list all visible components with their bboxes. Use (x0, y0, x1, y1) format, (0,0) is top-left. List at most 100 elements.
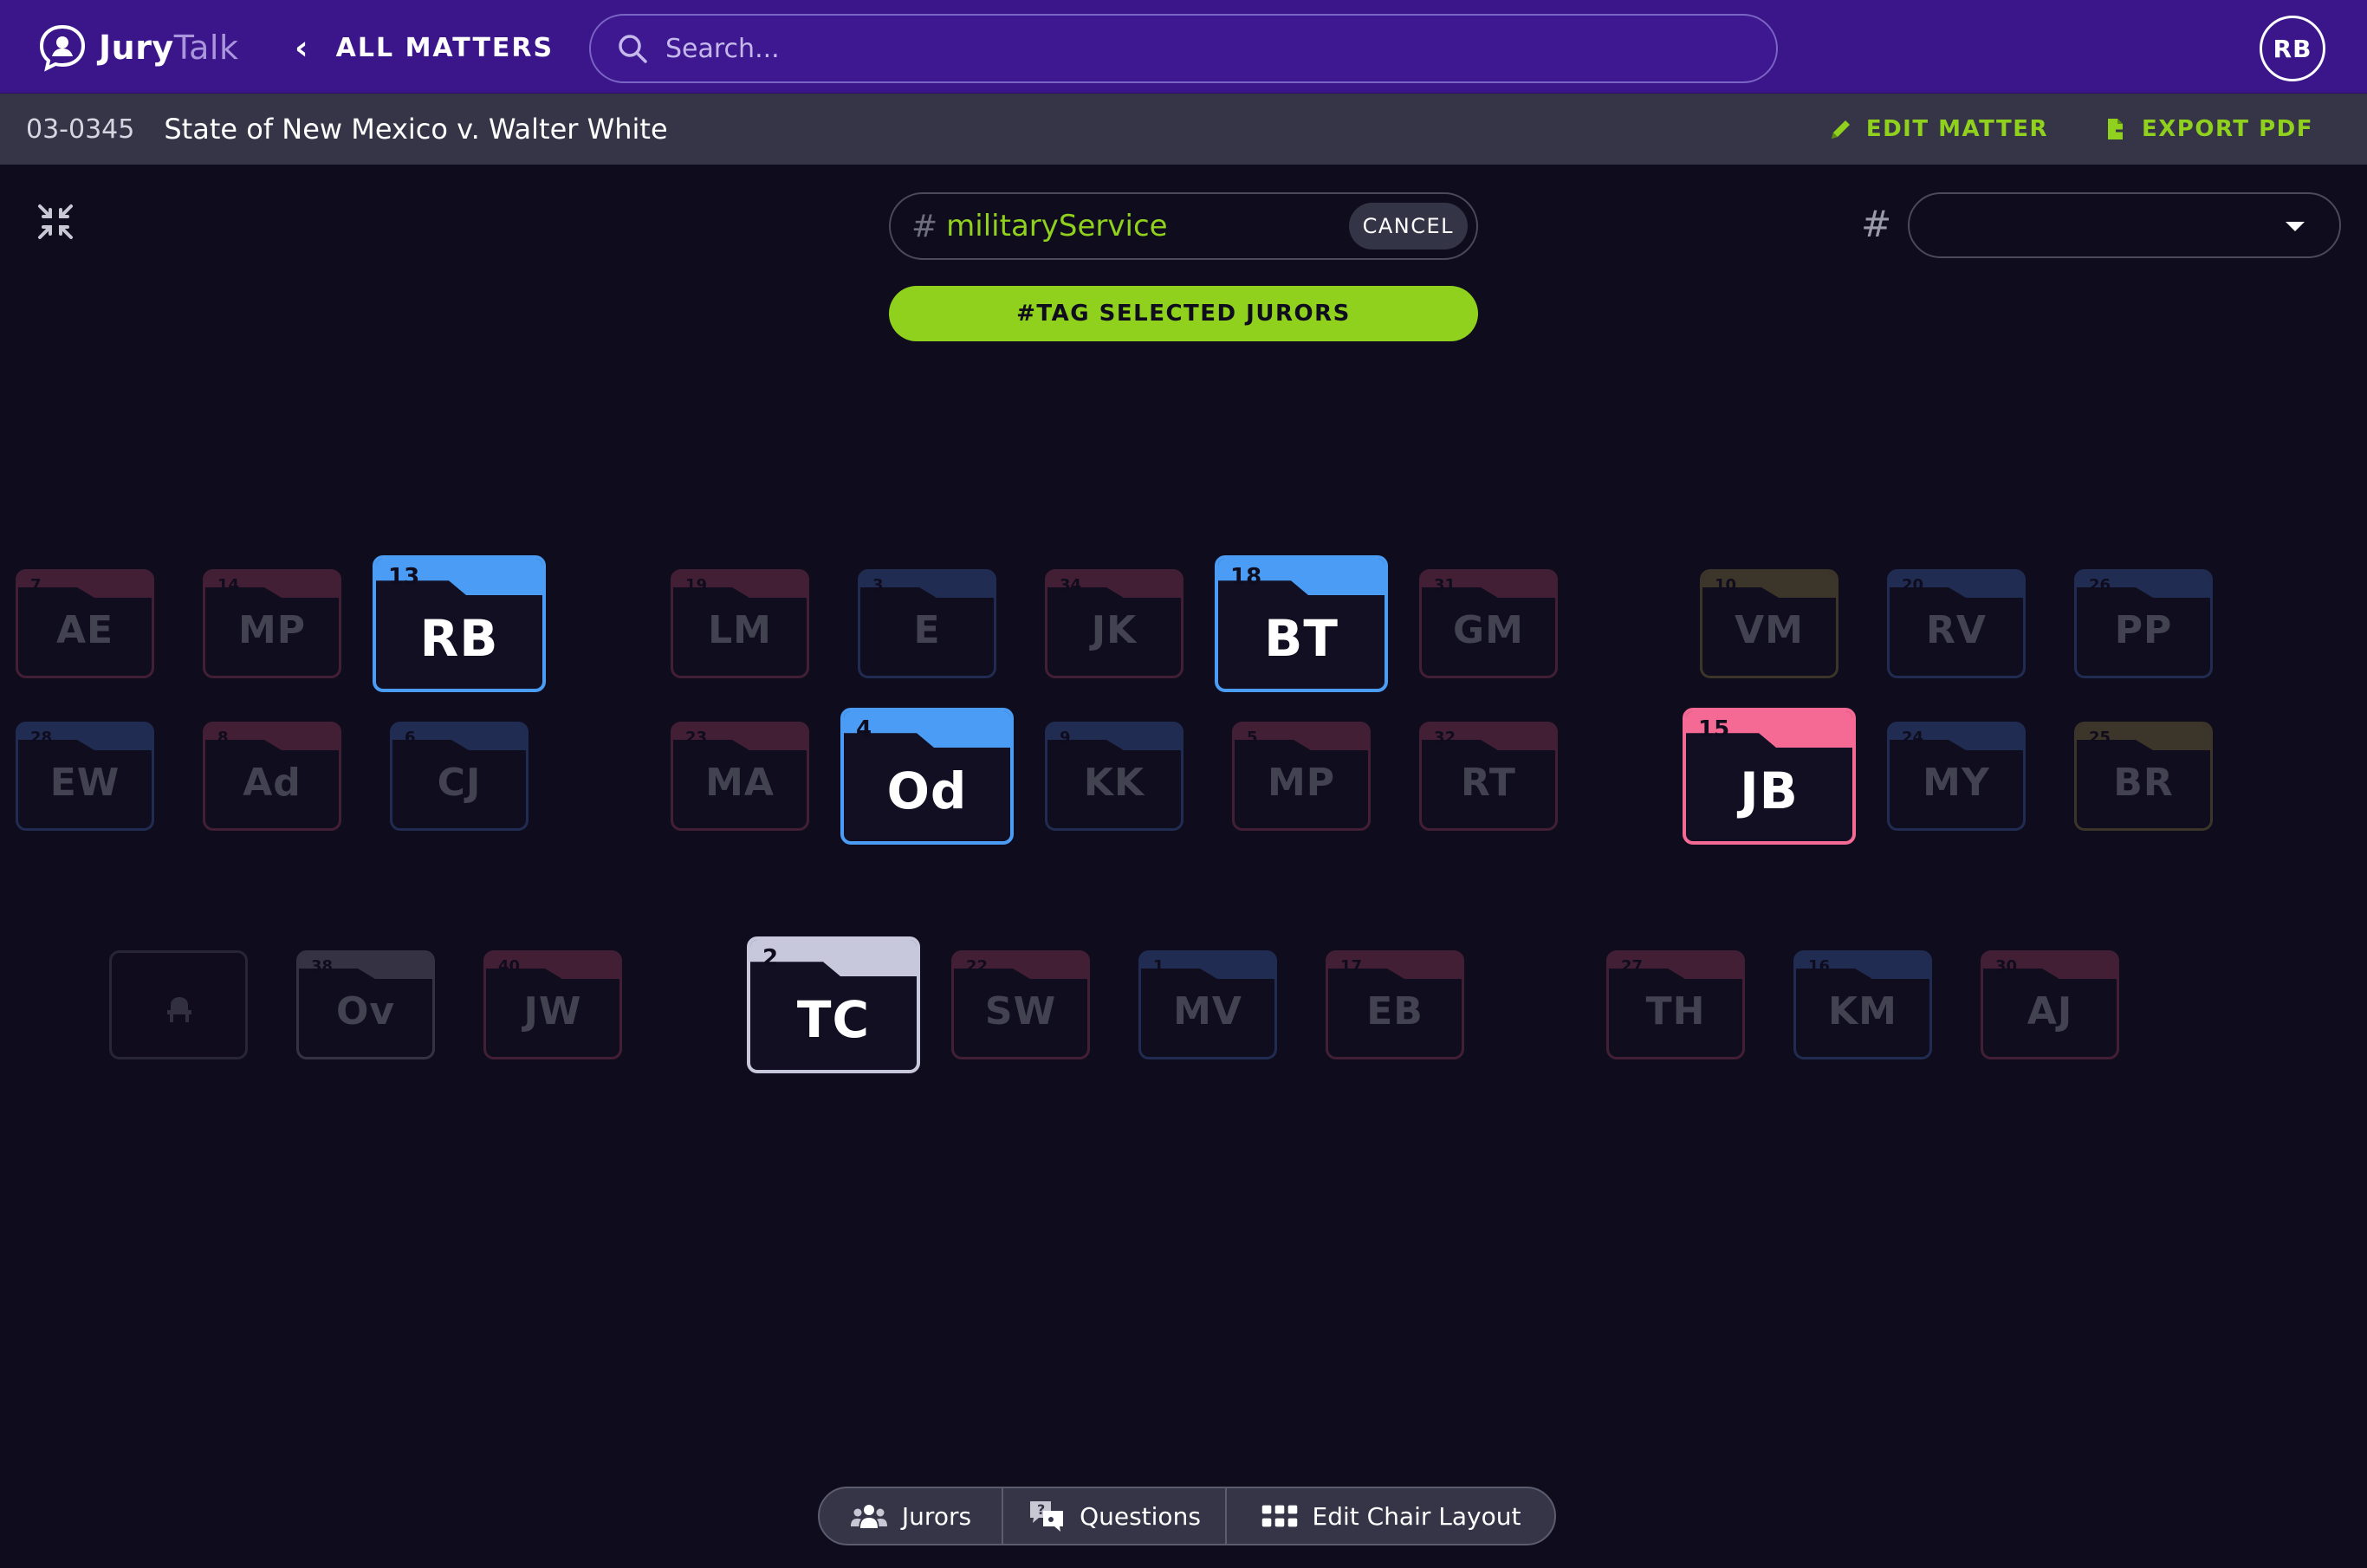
tab-edit-chair-layout-label: Edit Chair Layout (1312, 1501, 1521, 1531)
jurytalk-logo-icon (39, 24, 86, 72)
juror-seat[interactable]: 1 MV (1138, 950, 1277, 1059)
juror-initials: Ov (335, 989, 396, 1033)
juror-seat[interactable]: 3E (858, 569, 996, 678)
juror-number: 26 (2089, 576, 2111, 594)
juror-number: 4 (856, 716, 872, 742)
tag-filter-select[interactable] (1908, 192, 2341, 258)
collapse-icon[interactable] (35, 201, 76, 243)
juror-initials: JW (523, 989, 582, 1033)
matter-actions: EDIT MATTER EXPORT PDF (1828, 94, 2313, 165)
juror-seat[interactable]: 5 MP (1232, 722, 1371, 831)
empty-seat[interactable] (109, 950, 248, 1059)
juror-number: 32 (1434, 729, 1456, 747)
juror-number: 19 (685, 576, 708, 594)
juror-seat[interactable]: 38 Ov (296, 950, 435, 1059)
juror-number: 20 (1902, 576, 1924, 594)
juror-number: 5 (1247, 729, 1258, 747)
juror-seat[interactable]: 19 LM (671, 569, 809, 678)
juror-number: 40 (498, 957, 521, 975)
juror-number: 7 (30, 576, 42, 594)
juror-seat[interactable]: 17 EB (1326, 950, 1464, 1059)
matter-id: 03-0345 (26, 113, 135, 145)
tag-selected-jurors-button[interactable]: #TAG SELECTED JURORS (889, 286, 1478, 341)
tab-edit-chair-layout[interactable]: Edit Chair Layout (1225, 1488, 1554, 1544)
juror-seat[interactable]: 18 BT (1215, 555, 1388, 692)
cancel-tag-button[interactable]: CANCEL (1348, 203, 1468, 249)
juror-seat[interactable]: 31 GM (1419, 569, 1558, 678)
pencil-icon (1831, 120, 1850, 139)
caret-down-icon (2286, 222, 2305, 231)
all-matters-label: ALL MATTERS (335, 32, 554, 63)
export-pdf-label: EXPORT PDF (2141, 116, 2313, 142)
juror-initials: MA (705, 761, 775, 805)
juror-seat[interactable]: 30 AJ (1981, 950, 2119, 1059)
juror-number: 17 (1340, 957, 1363, 975)
juror-seat[interactable]: 24 MY (1887, 722, 2026, 831)
juror-initials: EW (49, 761, 120, 805)
juror-seat[interactable]: 16 KM (1793, 950, 1932, 1059)
juror-seat[interactable]: 9 KK (1045, 722, 1184, 831)
juror-initials: SW (984, 989, 1057, 1033)
juror-seat[interactable]: 26 PP (2074, 569, 2213, 678)
user-avatar[interactable]: RB (2260, 16, 2325, 81)
juror-initials: Ad (243, 761, 302, 805)
tag-input-field[interactable]: # militaryService CANCEL (889, 192, 1478, 260)
juror-seat[interactable]: 2 TC (747, 936, 920, 1073)
juror-number: 10 (1715, 576, 1737, 594)
juror-number: 34 (1060, 576, 1082, 594)
juror-seat[interactable]: 27 TH (1606, 950, 1745, 1059)
juror-seat[interactable]: 15 JB (1683, 708, 1856, 845)
juror-seat[interactable]: 13 RB (373, 555, 546, 692)
juror-seat[interactable]: 28 EW (16, 722, 154, 831)
export-file-icon (2107, 119, 2130, 139)
juror-number: 15 (1698, 716, 1730, 742)
all-matters-link[interactable]: ‹ ALL MATTERS (295, 26, 554, 69)
juror-number: 14 (217, 576, 240, 594)
juror-initials: MP (1267, 761, 1336, 805)
edit-matter-button[interactable]: EDIT MATTER (1828, 116, 2048, 142)
juror-initials: CJ (437, 761, 482, 805)
juror-number: 22 (966, 957, 989, 975)
juror-initials: KK (1083, 761, 1145, 805)
search-input[interactable] (665, 33, 1705, 64)
juror-number: 23 (685, 729, 708, 747)
search-icon (619, 35, 647, 63)
juror-number: 2 (762, 945, 779, 971)
juror-number: 8 (217, 729, 229, 747)
juror-number: 13 (388, 564, 420, 590)
juror-seat[interactable]: 14 MP (203, 569, 341, 678)
juror-initials: JK (1091, 608, 1138, 652)
juror-seat[interactable]: 22 SW (951, 950, 1090, 1059)
juror-number: 38 (311, 957, 334, 975)
juror-initials: TH (1645, 989, 1706, 1033)
juror-seat[interactable]: 6 CJ (390, 722, 529, 831)
juror-initials: LM (708, 608, 772, 652)
logo-text-bold: Jury (99, 29, 174, 67)
edit-matter-label: EDIT MATTER (1865, 116, 2048, 142)
juror-initials: TC (796, 990, 871, 1049)
juror-number: 9 (1060, 729, 1071, 747)
juror-seat[interactable]: 34 JK (1045, 569, 1184, 678)
juror-seat[interactable]: 23 MA (671, 722, 809, 831)
juror-initials: PP (2114, 608, 2173, 652)
juror-number: 3 (872, 576, 884, 594)
juror-seat[interactable]: 10 VM (1700, 569, 1838, 678)
tab-jurors[interactable]: Jurors (820, 1488, 1002, 1544)
juror-seat[interactable]: 7 AE (16, 569, 154, 678)
juror-number: 30 (1995, 957, 2018, 975)
logo-text-light: Talk (173, 29, 239, 67)
logo-text: JuryTalk (99, 29, 238, 67)
tab-jurors-label: Jurors (901, 1501, 972, 1531)
juror-seat[interactable]: 25 BR (2074, 722, 2213, 831)
tab-questions[interactable]: ? Questions (1002, 1488, 1225, 1544)
juror-seat[interactable]: 8 Ad (203, 722, 341, 831)
juror-seat[interactable]: 4 Od (840, 708, 1014, 845)
chevron-left-icon: ‹ (295, 29, 310, 67)
juror-seat[interactable]: 20 RV (1887, 569, 2026, 678)
grid-dots-icon (1261, 1505, 1297, 1527)
search-bar[interactable] (589, 14, 1778, 83)
juror-seat[interactable]: 40 JW (483, 950, 622, 1059)
export-pdf-button[interactable]: EXPORT PDF (2104, 116, 2313, 142)
juror-seat[interactable]: 32 RT (1419, 722, 1558, 831)
app-logo[interactable]: JuryTalk (38, 23, 238, 73)
